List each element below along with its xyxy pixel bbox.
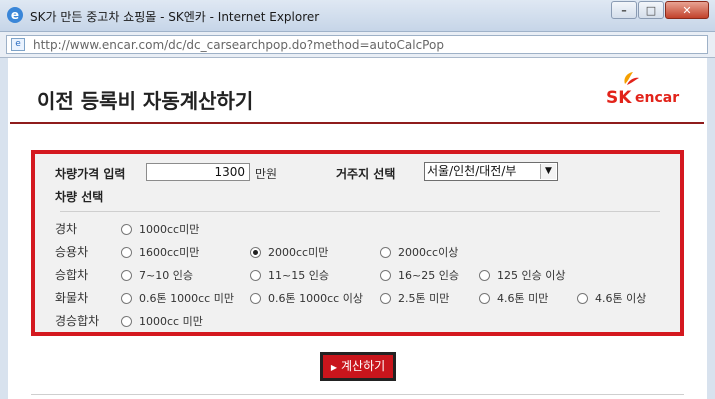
radio-option[interactable]: 4.6톤 미만 xyxy=(479,290,548,306)
radio-label: 2.5톤 미만 xyxy=(398,292,450,305)
radio-option[interactable]: 1600cc미만 xyxy=(121,244,199,260)
radio-label: 1000cc미만 xyxy=(139,223,200,236)
window-title: SK가 만든 중고차 쇼핑몰 - SK엔카 - Internet Explore… xyxy=(30,10,320,24)
region-select[interactable]: 서울/인천/대전/부 ▼ xyxy=(424,162,558,181)
radio-button[interactable] xyxy=(121,269,132,281)
radio-label: 1000cc 미만 xyxy=(139,315,203,328)
chevron-down-icon: ▼ xyxy=(540,164,556,179)
radio-button[interactable] xyxy=(479,292,490,304)
page-icon: e xyxy=(11,38,25,51)
radio-button[interactable] xyxy=(121,246,132,258)
radio-button[interactable] xyxy=(380,269,391,281)
caret-right-icon: ▶ xyxy=(330,363,337,372)
window-titlebar[interactable]: e SK가 만든 중고차 쇼핑몰 - SK엔카 - Internet Explo… xyxy=(0,0,715,32)
form-divider xyxy=(60,211,660,212)
radio-option[interactable]: 2000cc이상 xyxy=(380,244,458,260)
window-frame-left xyxy=(0,58,8,399)
radio-button[interactable] xyxy=(250,269,261,281)
radio-button[interactable] xyxy=(121,223,132,235)
radio-label: 4.6톤 미만 xyxy=(497,292,549,305)
radio-button[interactable] xyxy=(479,269,490,281)
radio-option[interactable]: 2.5톤 미만 xyxy=(380,290,449,306)
radio-label: 0.6톤 1000cc 이상 xyxy=(268,292,363,305)
radio-label: 125 인승 이상 xyxy=(497,269,566,282)
price-unit: 만원 xyxy=(255,167,278,181)
radio-label: 11~15 인승 xyxy=(268,269,329,282)
region-label: 거주지 선택 xyxy=(336,167,396,181)
radio-label: 2000cc미만 xyxy=(268,246,329,259)
window-frame-right xyxy=(707,58,715,399)
radio-label: 2000cc이상 xyxy=(398,246,459,259)
radio-label: 7~10 인승 xyxy=(139,269,193,282)
radio-option[interactable]: 125 인승 이상 xyxy=(479,267,565,283)
row-label-van: 승합차 xyxy=(55,268,89,282)
window-controls: – □ ✕ xyxy=(610,1,709,19)
radio-button[interactable] xyxy=(121,292,132,304)
maximize-button[interactable]: □ xyxy=(638,1,664,19)
radio-button[interactable] xyxy=(121,315,132,327)
logo-sk-text: SK xyxy=(606,88,632,108)
radio-label: 16~25 인승 xyxy=(398,269,459,282)
sk-butterfly-icon xyxy=(624,72,639,85)
calculation-form: 차량가격 입력 1300 만원 거주지 선택 서울/인천/대전/부 ▼ 차량 선… xyxy=(31,150,684,336)
radio-option[interactable]: 11~15 인승 xyxy=(250,267,329,283)
radio-button-checked[interactable] xyxy=(250,246,261,258)
page-title: 이전 등록비 자동계산하기 xyxy=(37,89,254,113)
internet-explorer-icon: e xyxy=(7,7,23,23)
radio-button[interactable] xyxy=(380,292,391,304)
calculate-button-label: 계산하기 xyxy=(340,359,386,373)
radio-label: 1600cc미만 xyxy=(139,246,200,259)
radio-option[interactable]: 4.6톤 이상 xyxy=(577,290,646,306)
region-select-value: 서울/인천/대전/부 xyxy=(427,164,517,178)
logo-encar-text: encar xyxy=(635,90,680,106)
radio-option[interactable]: 0.6톤 1000cc 이상 xyxy=(250,290,363,306)
price-label: 차량가격 입력 xyxy=(55,167,126,181)
radio-option[interactable]: 0.6톤 1000cc 미만 xyxy=(121,290,234,306)
radio-button[interactable] xyxy=(250,292,261,304)
vehicle-select-label: 차량 선택 xyxy=(55,190,104,204)
row-label-passenger: 승용차 xyxy=(55,245,89,259)
close-button[interactable]: ✕ xyxy=(665,1,709,19)
radio-button[interactable] xyxy=(380,246,391,258)
radio-label: 4.6톤 이상 xyxy=(595,292,647,305)
row-label-truck: 화물차 xyxy=(55,291,89,305)
header-divider xyxy=(10,122,704,124)
sk-encar-logo: SK encar xyxy=(606,70,681,110)
row-label-compact-van: 경승합차 xyxy=(55,314,100,328)
address-bar: e http://www.encar.com/dc/dc_carsearchpo… xyxy=(0,32,715,58)
radio-option[interactable]: 16~25 인승 xyxy=(380,267,459,283)
calculate-button[interactable]: ▶ 계산하기 xyxy=(320,352,396,381)
radio-option[interactable]: 2000cc미만 xyxy=(250,244,328,260)
bottom-divider xyxy=(31,394,684,395)
radio-option[interactable]: 1000cc미만 xyxy=(121,221,199,237)
url-field[interactable]: e http://www.encar.com/dc/dc_carsearchpo… xyxy=(6,35,708,54)
radio-button[interactable] xyxy=(577,292,588,304)
minimize-button[interactable]: – xyxy=(611,1,637,19)
radio-option[interactable]: 7~10 인승 xyxy=(121,267,193,283)
row-label-compact: 경차 xyxy=(55,222,78,236)
radio-option[interactable]: 1000cc 미만 xyxy=(121,313,203,329)
radio-label: 0.6톤 1000cc 미만 xyxy=(139,292,234,305)
price-input[interactable]: 1300 xyxy=(146,163,250,181)
url-text: http://www.encar.com/dc/dc_carsearchpop.… xyxy=(33,38,444,52)
